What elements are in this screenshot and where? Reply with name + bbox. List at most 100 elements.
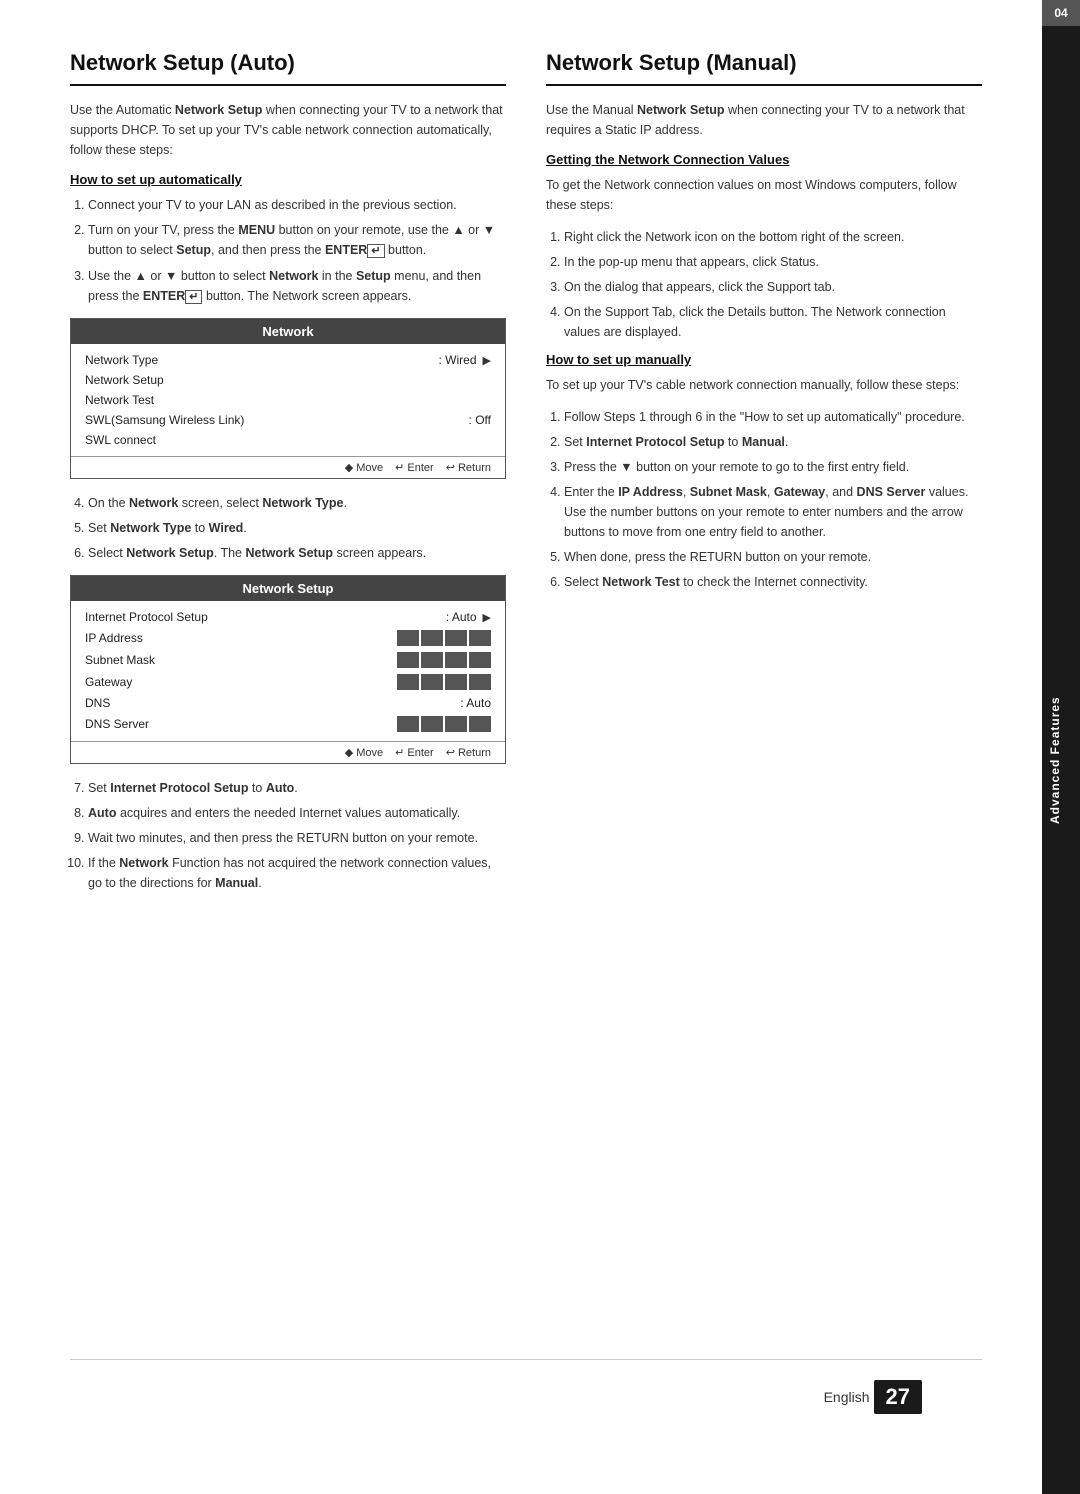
gateway-block-2 bbox=[421, 674, 443, 690]
page-language: English bbox=[824, 1389, 870, 1405]
page-footer: English 27 bbox=[70, 1359, 982, 1434]
getting-values-intro: To get the Network connection values on … bbox=[546, 175, 982, 215]
network-setup-label: Network Setup bbox=[85, 373, 164, 387]
auto-step-4: On the Network screen, select Network Ty… bbox=[88, 493, 506, 513]
getting-step-4: On the Support Tab, click the Details bu… bbox=[564, 302, 982, 342]
gateway-block-4 bbox=[469, 674, 491, 690]
manual-step-2: Set Internet Protocol Setup to Manual. bbox=[564, 432, 982, 452]
swl-connect-row: SWL connect bbox=[85, 430, 491, 450]
ip-address-label: IP Address bbox=[85, 631, 143, 645]
network-type-row: Network Type : Wired ▶ bbox=[85, 350, 491, 370]
auto-steps-list: Connect your TV to your LAN as described… bbox=[70, 195, 506, 306]
gateway-block-1 bbox=[397, 674, 419, 690]
network-type-value: : Wired ▶ bbox=[439, 353, 491, 367]
auto-step-1: Connect your TV to your LAN as described… bbox=[88, 195, 506, 215]
footer-move: ◆ Move bbox=[345, 461, 383, 474]
auto-steps-list-final: Set Internet Protocol Setup to Auto. Aut… bbox=[70, 778, 506, 893]
dns-server-label: DNS Server bbox=[85, 717, 149, 731]
subnet-block-3 bbox=[445, 652, 467, 668]
gateway-blocks bbox=[397, 674, 491, 690]
dns-block-1 bbox=[397, 716, 419, 732]
network-menu-footer: ◆ Move ↵ Enter ↩ Return bbox=[71, 456, 505, 478]
subnet-mask-blocks bbox=[397, 652, 491, 668]
network-type-arrow: ▶ bbox=[483, 354, 491, 367]
how-to-manually-intro: To set up your TV's cable network connec… bbox=[546, 375, 982, 395]
dns-label: DNS bbox=[85, 696, 110, 710]
network-setup-menu-title: Network Setup bbox=[71, 576, 505, 601]
side-tab: 04 Advanced Features bbox=[1042, 0, 1080, 1494]
network-setup-menu-items: Internet Protocol Setup : Auto ▶ IP Addr… bbox=[71, 601, 505, 741]
dns-value: : Auto bbox=[460, 696, 491, 710]
network-setup-menu-footer: ◆ Move ↵ Enter ↩ Return bbox=[71, 741, 505, 763]
manual-step-3: Press the ▼ button on your remote to go … bbox=[564, 457, 982, 477]
left-column: Network Setup (Auto) Use the Automatic N… bbox=[70, 50, 506, 1359]
ip-setup-arrow: ▶ bbox=[483, 611, 491, 624]
subnet-block-4 bbox=[469, 652, 491, 668]
ip-block-3 bbox=[445, 630, 467, 646]
network-test-label: Network Test bbox=[85, 393, 154, 407]
side-tab-label: Advanced Features bbox=[1042, 26, 1080, 1494]
ip-setup-label: Internet Protocol Setup bbox=[85, 610, 208, 624]
auto-steps-list-continued: On the Network screen, select Network Ty… bbox=[70, 493, 506, 563]
auto-step-10: If the Network Function has not acquired… bbox=[88, 853, 506, 893]
setup-footer-move: ◆ Move bbox=[345, 746, 383, 759]
manual-steps-list: Follow Steps 1 through 6 in the "How to … bbox=[546, 407, 982, 592]
network-setup-menu-box: Network Setup Internet Protocol Setup : … bbox=[70, 575, 506, 764]
footer-return: ↩ Return bbox=[446, 461, 491, 474]
swl-value: : Off bbox=[469, 413, 491, 427]
ip-block-1 bbox=[397, 630, 419, 646]
ip-block-2 bbox=[421, 630, 443, 646]
setup-footer-return: ↩ Return bbox=[446, 746, 491, 759]
subnet-mask-row: Subnet Mask bbox=[85, 649, 491, 671]
page-container: Network Setup (Auto) Use the Automatic N… bbox=[0, 0, 1080, 1494]
gateway-label: Gateway bbox=[85, 675, 132, 689]
gateway-row: Gateway bbox=[85, 671, 491, 693]
dns-server-row: DNS Server bbox=[85, 713, 491, 735]
right-column: Network Setup (Manual) Use the Manual Ne… bbox=[546, 50, 982, 1359]
dns-server-blocks bbox=[397, 716, 491, 732]
getting-step-3: On the dialog that appears, click the Su… bbox=[564, 277, 982, 297]
getting-values-steps: Right click the Network icon on the bott… bbox=[546, 227, 982, 342]
network-setup-row: Network Setup bbox=[85, 370, 491, 390]
ip-address-blocks bbox=[397, 630, 491, 646]
network-menu-title: Network bbox=[71, 319, 505, 344]
page-number: 27 bbox=[874, 1380, 922, 1414]
dns-pixel-blocks bbox=[397, 716, 491, 732]
subnet-mask-label: Subnet Mask bbox=[85, 653, 155, 667]
how-to-manually-heading: How to set up manually bbox=[546, 352, 982, 367]
right-section-intro: Use the Manual Network Setup when connec… bbox=[546, 100, 982, 140]
subnet-pixel-blocks bbox=[397, 652, 491, 668]
ip-setup-value: : Auto ▶ bbox=[446, 610, 491, 624]
auto-step-8: Auto acquires and enters the needed Inte… bbox=[88, 803, 506, 823]
getting-step-2: In the pop-up menu that appears, click S… bbox=[564, 252, 982, 272]
dns-row: DNS : Auto bbox=[85, 693, 491, 713]
manual-step-6: Select Network Test to check the Interne… bbox=[564, 572, 982, 592]
content-area: Network Setup (Auto) Use the Automatic N… bbox=[0, 0, 1042, 1494]
footer-enter: ↵ Enter bbox=[395, 461, 434, 474]
auto-step-2: Turn on your TV, press the MENU button o… bbox=[88, 220, 506, 261]
ip-block-4 bbox=[469, 630, 491, 646]
auto-step-3: Use the ▲ or ▼ button to select Network … bbox=[88, 266, 506, 307]
network-menu-box: Network Network Type : Wired ▶ Network S… bbox=[70, 318, 506, 479]
auto-step-5: Set Network Type to Wired. bbox=[88, 518, 506, 538]
left-section-intro: Use the Automatic Network Setup when con… bbox=[70, 100, 506, 160]
how-to-auto-heading: How to set up automatically bbox=[70, 172, 506, 187]
swl-connect-label: SWL connect bbox=[85, 433, 156, 447]
setup-footer-enter: ↵ Enter bbox=[395, 746, 434, 759]
auto-step-6: Select Network Setup. The Network Setup … bbox=[88, 543, 506, 563]
ip-address-row: IP Address bbox=[85, 627, 491, 649]
network-type-label: Network Type bbox=[85, 353, 158, 367]
left-section-title: Network Setup (Auto) bbox=[70, 50, 506, 86]
gateway-block-3 bbox=[445, 674, 467, 690]
manual-step-1: Follow Steps 1 through 6 in the "How to … bbox=[564, 407, 982, 427]
getting-values-heading: Getting the Network Connection Values bbox=[546, 152, 982, 167]
ip-address-pixel-blocks bbox=[397, 630, 491, 646]
subnet-block-2 bbox=[421, 652, 443, 668]
manual-step-5: When done, press the RETURN button on yo… bbox=[564, 547, 982, 567]
side-tab-number: 04 bbox=[1042, 0, 1080, 26]
ip-setup-row: Internet Protocol Setup : Auto ▶ bbox=[85, 607, 491, 627]
right-section-title: Network Setup (Manual) bbox=[546, 50, 982, 86]
network-menu-items: Network Type : Wired ▶ Network Setup Net… bbox=[71, 344, 505, 456]
network-test-row: Network Test bbox=[85, 390, 491, 410]
swl-label: SWL(Samsung Wireless Link) bbox=[85, 413, 244, 427]
